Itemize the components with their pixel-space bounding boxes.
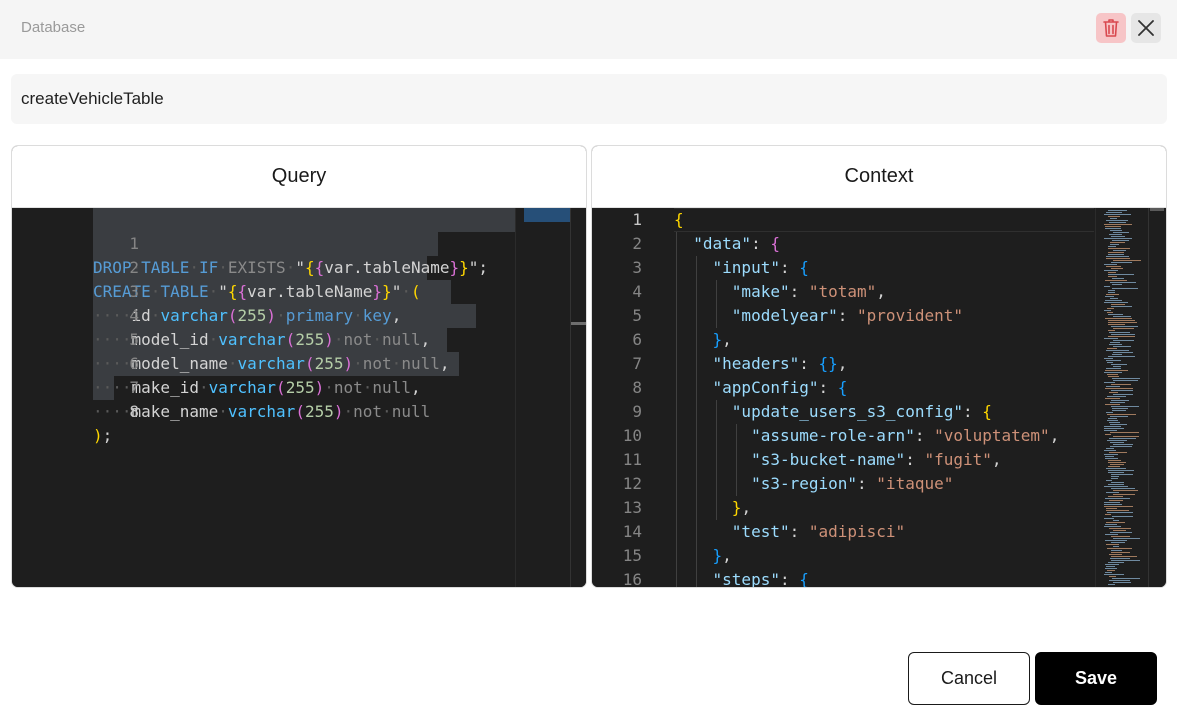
code-line: 1 DROP·TABLE·IF·EXISTS·"{{var.tableName}…: [93, 234, 489, 277]
context-editor[interactable]: 1{ 2 "data": { 3 "input": { 4 "make": "t…: [592, 208, 1166, 587]
trash-icon: [1103, 19, 1119, 37]
query-panel-title: Query: [12, 146, 586, 208]
query-minimap[interactable]: [515, 208, 570, 587]
close-button[interactable]: [1131, 13, 1161, 43]
context-minimap[interactable]: [1095, 208, 1148, 587]
query-panel: Query 1 DROP·TABLE·IF·EXISTS·"{{var.tabl…: [11, 145, 587, 588]
query-name-input[interactable]: [11, 74, 1167, 124]
header-bar: Database: [0, 0, 1177, 59]
breadcrumb: Database: [21, 19, 86, 36]
code-line: 2 CREATE·TABLE·"{{var.tableName}}"·(: [93, 258, 421, 301]
database-query-editor: Database Query 1 DROP·TA: [0, 0, 1177, 717]
code-line: 6 ····make_id·varchar(255)·not·null,: [93, 354, 421, 397]
code-line: 3 ····id·varchar(255)·primary·key,: [93, 282, 402, 325]
close-icon: [1138, 20, 1154, 36]
query-editor[interactable]: 1 DROP·TABLE·IF·EXISTS·"{{var.tableName}…: [12, 208, 586, 587]
context-scrollbar[interactable]: [1148, 208, 1164, 587]
save-button[interactable]: Save: [1035, 652, 1157, 705]
context-panel-title: Context: [592, 146, 1166, 208]
code-line: 7 ····make_name·varchar(255)·not·null: [93, 378, 431, 421]
cancel-button[interactable]: Cancel: [908, 652, 1030, 705]
context-panel: Context 1{ 2 "data": { 3 "input": { 4 "m…: [591, 145, 1167, 588]
delete-button[interactable]: [1096, 13, 1126, 43]
code-line: 4 ····model_id·varchar(255)·not·null,: [93, 306, 431, 349]
code-line: 8 );: [93, 402, 140, 445]
code-line: 5 ····model_name·varchar(255)·not·null,: [93, 330, 450, 373]
query-scrollbar[interactable]: [570, 208, 586, 587]
